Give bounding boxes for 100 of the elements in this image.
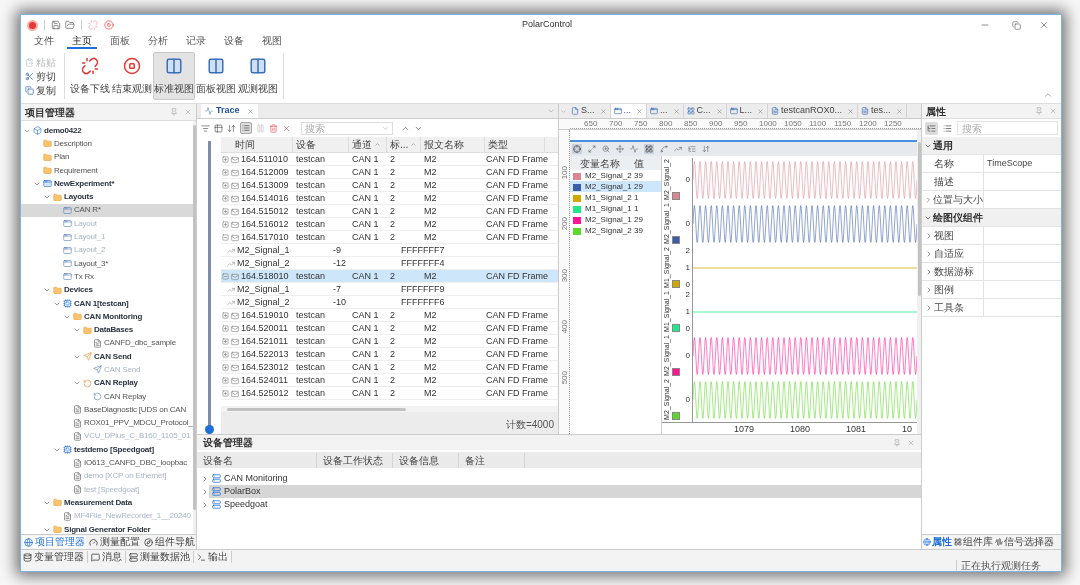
expand-icon[interactable] [222,208,229,216]
tree-item[interactable]: IO613_CANFD_DBC_loopbac [21,456,193,470]
legend-row[interactable]: M1_Signal_2 1 [570,192,661,203]
slider-thumb[interactable] [204,425,214,434]
grid-toggle[interactable] [644,144,654,154]
expand-icon[interactable] [222,182,229,190]
table-row[interactable]: 164.512009 testcan CAN 1 2 M2 CAN FD Frame [221,166,558,179]
expand-icon[interactable] [222,221,229,229]
panel-tab[interactable]: 组件导航 [143,536,196,548]
tree-item[interactable]: Requirement [21,163,193,178]
expand-icon[interactable] [222,325,229,333]
legend-icon[interactable] [688,145,696,153]
table-row[interactable]: 164.513009 testcan CAN 1 2 M2 CAN FD Frame [221,179,558,192]
table-row[interactable]: M2_Signal_1 -7 FFFFFFF9 [221,283,558,296]
expand-icon[interactable] [222,312,229,320]
chevron-right-icon[interactable] [201,487,209,496]
ribbon-button[interactable]: 结束观测 [111,52,153,100]
panel-tab[interactable]: 属性 [923,536,952,548]
panel-tab[interactable]: 项目管理器 [23,536,86,548]
close-icon[interactable] [715,107,723,115]
expand-icon[interactable] [222,377,229,385]
pin-icon[interactable] [893,438,901,447]
legend-row[interactable]: M2_Signal_2 39 [570,225,661,236]
property-group[interactable]: 通用 [922,137,1061,155]
menu-tab[interactable]: 记录 [181,35,211,49]
expand-icon[interactable] [222,195,229,203]
column-header[interactable]: 报文名称 [421,137,485,152]
table-row[interactable]: 164.525012 testcan CAN 1 2 M2 CAN FD Frame [221,387,558,400]
stop-icon[interactable] [104,20,114,30]
chevron-right-icon[interactable] [201,500,209,509]
document-tab[interactable]: tes... [858,104,907,118]
document-tab[interactable]: testcanROX0... [768,104,859,118]
fit-icon[interactable] [588,145,596,153]
tree-item[interactable]: DataBases [21,323,193,337]
menu-tab[interactable]: 文件 [29,35,59,49]
column-header[interactable]: 时间 [221,137,293,152]
device-row[interactable]: CAN Monitoring [209,472,921,485]
remove-icon[interactable] [282,123,291,133]
pan-icon[interactable] [616,145,624,153]
tree-item[interactable]: Measurement Data [21,496,193,510]
curve-icon[interactable] [660,145,668,153]
panel-tab[interactable]: 消息 [91,551,126,563]
cursor-tool[interactable] [572,144,582,154]
tree-item[interactable]: NewExperiment* [21,177,193,191]
axis-icon[interactable] [630,145,638,153]
menu-tab[interactable]: 设备 [219,35,249,49]
tree-item[interactable]: CAN 1[testcan] [21,296,193,311]
folder-open-icon[interactable] [65,20,75,30]
zoom-icon[interactable] [602,145,610,153]
menu-tab[interactable]: 面板 [105,35,135,49]
close-icon[interactable] [672,107,680,115]
table-row[interactable]: 164.520011 testcan CAN 1 2 M2 CAN FD Frame [221,322,558,335]
search-box[interactable]: 搜索 [301,121,393,135]
search-field[interactable]: 搜索 [957,121,1058,135]
table-row[interactable]: M2_Signal_1 -9 FFFFFFF7 [221,244,558,257]
tree-item[interactable]: BaseDiagnostic [UDS on CAN [21,403,193,417]
tree-item[interactable]: ROX01_PPV_MDCU_Protocol_ [21,416,193,430]
tree-item[interactable]: CANFD_dbc_sample [21,336,193,351]
tree-item[interactable]: CAN Send [21,350,193,364]
panel-tab[interactable]: 信号选择器 [995,536,1054,548]
document-tab[interactable]: Trace [201,104,258,118]
list-toggle[interactable] [240,122,252,134]
column-header[interactable]: 设备名 [197,452,317,468]
table-row[interactable]: 164.518010 testcan CAN 1 2 M2 CAN FD Frame [221,270,558,283]
device-row[interactable]: Speedgoat [209,498,921,511]
close-icon[interactable] [757,107,765,115]
collapse-icon[interactable] [1043,90,1053,100]
expand-icon[interactable] [222,156,229,164]
tree-item[interactable]: Signal Generator Folder [21,522,193,537]
close-icon[interactable] [246,107,254,115]
device-row[interactable]: PolarBox [209,485,921,498]
ribbon-button[interactable]: 面板视图 [195,52,237,100]
close-icon[interactable] [907,438,915,447]
clear-icon[interactable] [269,123,278,133]
document-tab[interactable]: C... [683,104,727,118]
table-row[interactable]: 164.516012 testcan CAN 1 2 M2 CAN FD Frame [221,218,558,231]
clipboard-button[interactable]: 复制 [25,84,62,96]
expand-icon[interactable] [222,338,229,346]
legend-row[interactable]: M2_Signal_1 29 [570,181,661,192]
clipboard-button[interactable]: 剪切 [25,70,62,82]
pin-icon[interactable] [170,108,178,116]
collapse-icon[interactable] [222,234,229,242]
dropdown-icon[interactable] [382,124,389,132]
column-header[interactable]: 设备工作状态 [317,452,393,468]
pin-icon[interactable] [1035,107,1043,115]
ribbon-button[interactable]: 设备下线 [69,52,111,100]
panel-tab[interactable]: 变量管理器 [23,551,88,563]
close-icon[interactable] [1039,20,1049,30]
broken-link-icon[interactable] [88,20,98,30]
menu-tab[interactable]: 分析 [143,35,173,49]
column-header[interactable]: 通道 [349,137,387,152]
save-icon[interactable] [51,20,61,30]
close-icon[interactable] [636,107,644,115]
document-tab[interactable]: L... [726,104,769,118]
column-header[interactable]: 设备信息 [393,452,459,468]
collapse-icon[interactable] [222,273,229,281]
document-tab[interactable]: ... [647,104,684,118]
tree-item[interactable]: testdemo [Speedgoat] [21,443,193,457]
legend-row[interactable]: M2_Signal_2 39 [570,170,661,181]
tree-item[interactable]: Layouts [21,190,193,204]
